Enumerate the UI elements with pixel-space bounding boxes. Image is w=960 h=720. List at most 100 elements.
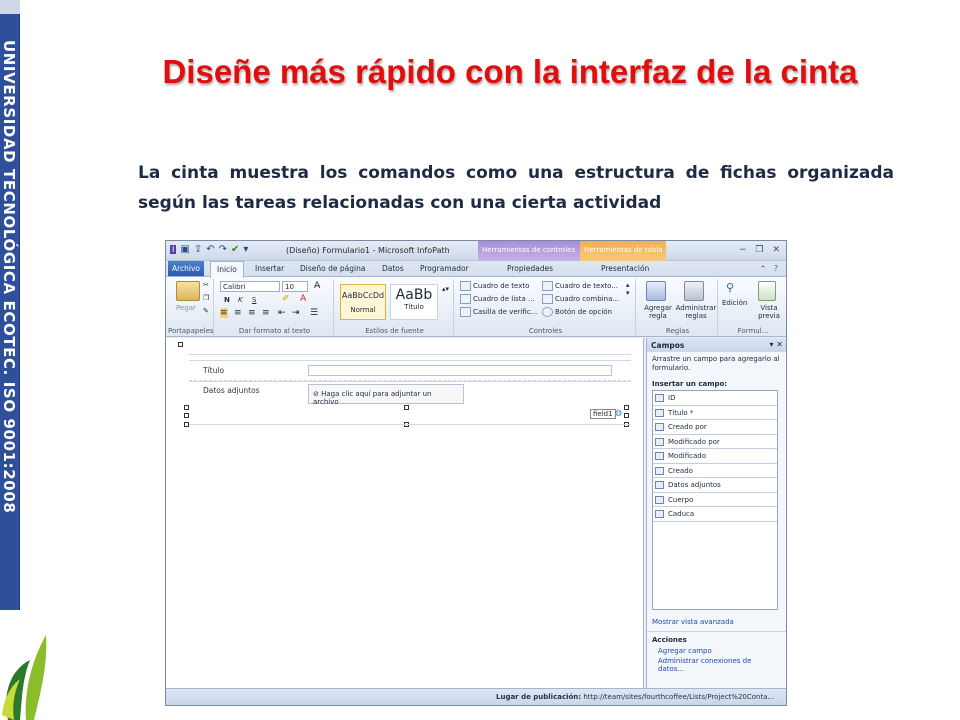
titulo-input[interactable] xyxy=(308,365,612,376)
controls-more-icon[interactable]: ▴ ▾ xyxy=(626,281,630,297)
ribbon: Pegar ✂ ❐ ✎ Portapapeles Calibri 10 A̶ N… xyxy=(166,277,786,337)
resize-handle[interactable] xyxy=(404,405,409,410)
control-item[interactable]: Casilla de verific... xyxy=(460,307,537,317)
tab-presentacion[interactable]: Presentación xyxy=(601,264,649,273)
control-item[interactable]: Cuadro de lista ... xyxy=(460,294,535,304)
control-item[interactable]: Botón de opción xyxy=(542,307,612,317)
redo-icon[interactable]: ↷ xyxy=(219,244,227,255)
row-label: Datos adjuntos xyxy=(203,386,260,395)
close-icon[interactable]: ✕ xyxy=(772,245,780,255)
minimize-icon[interactable]: − xyxy=(739,245,747,255)
pane-close-icon[interactable]: ▾ ✕ xyxy=(769,340,783,349)
align-center-icon[interactable]: ≡ xyxy=(234,308,242,318)
preview-button[interactable]: Vista previa xyxy=(756,304,782,320)
table-select-handle[interactable] xyxy=(178,342,183,347)
style-normal[interactable]: AaBbCcDd Normal xyxy=(340,284,386,320)
tab-inicio[interactable]: Inicio xyxy=(210,261,244,278)
style-label: Normal xyxy=(350,306,376,314)
copy-icon[interactable]: ❐ xyxy=(203,294,209,302)
indent-icon[interactable]: ⇥ xyxy=(292,308,300,318)
tab-propiedades[interactable]: Propiedades xyxy=(507,264,553,273)
leaf-logo-icon xyxy=(2,635,47,720)
field-item[interactable]: ID xyxy=(653,391,777,406)
publish-icon[interactable]: ⇪ xyxy=(194,244,202,255)
style-sample: AaBbCcDd xyxy=(341,291,385,300)
underline-button[interactable]: S xyxy=(252,296,256,304)
bold-button[interactable]: N xyxy=(224,296,230,304)
style-label: Título xyxy=(404,303,424,311)
add-field-link[interactable]: Agregar campo xyxy=(647,646,786,656)
font-family-select[interactable]: Calibri xyxy=(220,281,280,292)
field-icon xyxy=(655,466,664,475)
group-field-icon xyxy=(655,423,664,431)
table-top-border xyxy=(189,354,631,355)
field-item[interactable]: Datos adjuntos xyxy=(653,478,777,493)
ribbon-collapse-icon[interactable]: ⌃ xyxy=(760,264,766,273)
field-item[interactable]: Caduca xyxy=(653,507,777,522)
resize-handle[interactable] xyxy=(184,413,189,418)
control-label: Cuadro de texto... xyxy=(555,282,618,290)
style-titulo[interactable]: AaBb Título xyxy=(390,284,438,320)
preview-icon[interactable] xyxy=(758,281,776,301)
pane-intro: Arrastre un campo para agregarlo al form… xyxy=(652,355,780,372)
outdent-icon[interactable]: ⇤ xyxy=(278,308,286,318)
control-item[interactable]: Cuadro de texto xyxy=(460,281,529,291)
group-reglas: Agregar regla Administrar reglas Reglas xyxy=(638,279,718,335)
binoculars-icon[interactable]: ⚲ xyxy=(726,281,734,294)
manage-rules-button[interactable]: Administrar reglas xyxy=(675,304,717,320)
app-icon[interactable]: I xyxy=(170,245,177,254)
align-left-icon[interactable]: ≡ xyxy=(220,308,228,318)
field-tag[interactable]: field1 xyxy=(590,409,616,419)
advanced-view-link[interactable]: Mostrar vista avanzada xyxy=(647,616,786,628)
data-connections-link[interactable]: Administrar conexiones de datos... xyxy=(647,656,786,674)
resize-handle[interactable] xyxy=(624,413,629,418)
publish-location-label: Lugar de publicación: xyxy=(496,693,582,701)
paste-button[interactable]: Pegar xyxy=(176,304,196,312)
resize-handle[interactable] xyxy=(184,405,189,410)
help-icon[interactable]: ? xyxy=(774,264,778,273)
field-item[interactable]: Creado xyxy=(653,464,777,478)
format-painter-icon[interactable]: ✎ xyxy=(203,307,209,315)
justify-icon[interactable]: ≡ xyxy=(262,308,270,318)
manage-rules-icon[interactable] xyxy=(684,281,704,301)
tab-insertar[interactable]: Insertar xyxy=(255,264,284,273)
font-size-select[interactable]: 10 xyxy=(282,281,308,292)
paste-icon[interactable] xyxy=(176,281,200,301)
radio-icon xyxy=(542,307,553,317)
tab-datos[interactable]: Datos xyxy=(382,264,404,273)
add-rule-icon[interactable] xyxy=(646,281,666,301)
tab-archivo[interactable]: Archivo xyxy=(168,261,204,276)
italic-button[interactable]: K xyxy=(238,296,243,304)
field-item[interactable]: Cuerpo xyxy=(653,493,777,507)
attach-file-control[interactable]: ⊘ Haga clic aquí para adjuntar un archiv… xyxy=(308,384,464,406)
group-label: Dar formato al texto xyxy=(238,327,311,335)
check-icon[interactable]: ✔ xyxy=(231,244,239,255)
control-label: Cuadro de texto xyxy=(473,282,530,290)
field-item[interactable]: Título * xyxy=(653,406,777,420)
field-item[interactable]: Modificado por xyxy=(653,435,777,449)
undo-icon[interactable]: ↶ xyxy=(206,244,214,255)
resize-handle[interactable] xyxy=(624,405,629,410)
window-controls: − ❐ ✕ xyxy=(739,245,780,255)
control-item[interactable]: Cuadro de texto... xyxy=(542,281,618,291)
group-fuente: Calibri 10 A̶ N K S ✐ A ≡ ≡ ≡ ≡ ⇤ ⇥ ☰ Da… xyxy=(216,279,334,335)
customize-icon[interactable]: ▾ xyxy=(243,244,248,255)
styles-scroll-icon[interactable]: ▴▾ xyxy=(442,285,449,293)
field-label: Cuerpo xyxy=(668,495,694,504)
control-item[interactable]: Cuadro combina... xyxy=(542,294,619,304)
align-right-icon[interactable]: ≡ xyxy=(248,308,256,318)
cut-icon[interactable]: ✂ xyxy=(203,281,209,289)
font-color-icon[interactable]: A xyxy=(300,294,306,304)
save-icon[interactable]: ▣ xyxy=(180,244,189,255)
tab-diseno-pagina[interactable]: Diseño de página xyxy=(300,264,365,273)
restore-icon[interactable]: ❐ xyxy=(755,245,763,255)
highlight-icon[interactable]: ✐ xyxy=(282,294,290,304)
bullets-icon[interactable]: ☰ xyxy=(310,308,318,318)
clear-format-icon[interactable]: A̶ xyxy=(314,281,320,291)
tab-programador[interactable]: Programador xyxy=(420,264,469,273)
control-label: Cuadro de lista ... xyxy=(473,295,535,303)
edit-button[interactable]: Edición xyxy=(722,299,747,307)
add-rule-button[interactable]: Agregar regla xyxy=(641,304,675,320)
field-item[interactable]: Creado por xyxy=(653,420,777,435)
field-item[interactable]: Modificado xyxy=(653,449,777,464)
